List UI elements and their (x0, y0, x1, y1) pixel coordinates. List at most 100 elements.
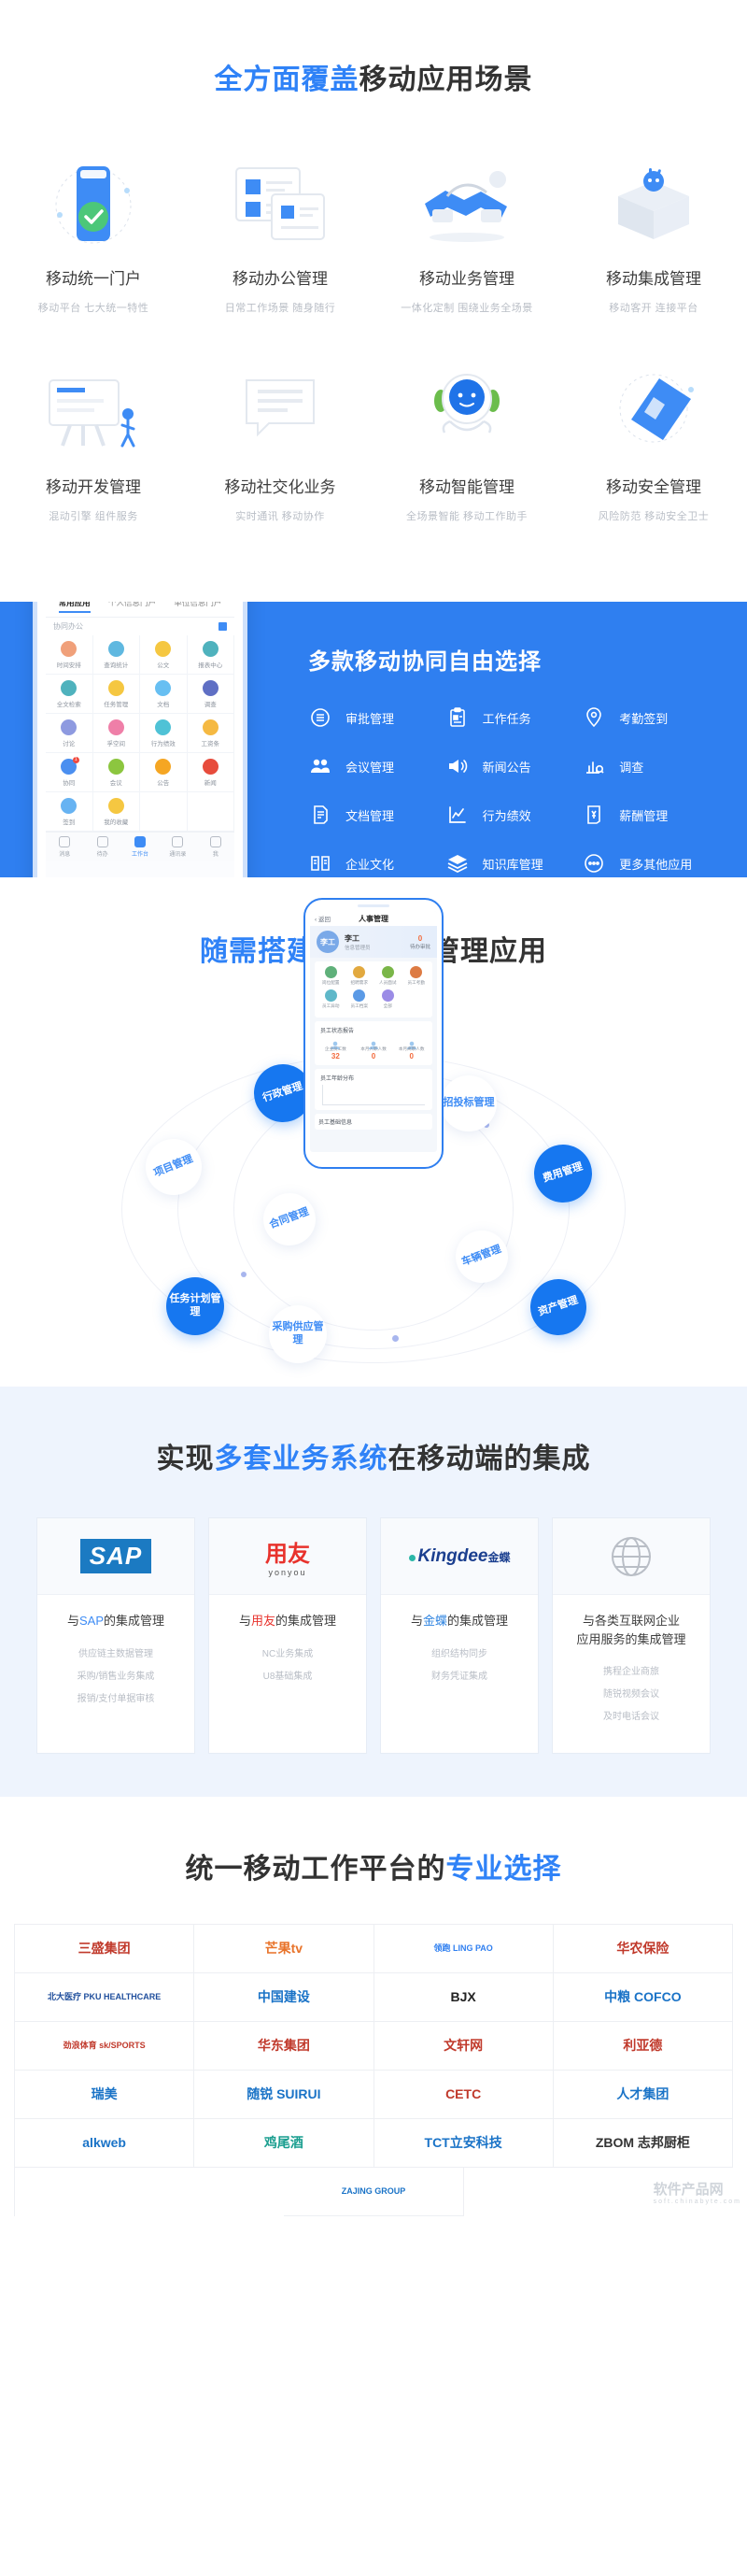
business-bubble[interactable]: 采购供应管理 (269, 1305, 327, 1363)
phone-tab[interactable]: 个人信息门户 (108, 602, 156, 613)
hr-app-item[interactable]: 全部 (374, 989, 402, 1009)
client-logo[interactable]: ZBOM 志邦厨柜 (553, 2119, 733, 2168)
collab-app-item[interactable]: 行为绩效 (445, 803, 583, 827)
hr-app-item[interactable]: 员工异动 (317, 989, 345, 1009)
phone-tab[interactable]: 常用应用 (58, 602, 91, 613)
client-logo[interactable]: 劲浪体育 sk/SPORTS (15, 2022, 195, 2071)
phone-app-item[interactable]: 全文检索 (46, 675, 93, 714)
message-icon[interactable]: 消息 (46, 836, 83, 858)
stat-value: 32 (331, 1052, 340, 1060)
client-logo[interactable]: 华东集团 (194, 2022, 374, 2071)
section1-title-rest: 移动应用场景 (359, 64, 533, 95)
phone-app-item[interactable]: 我的收藏 (92, 792, 140, 832)
feature-card[interactable]: 移动集成管理 移动客开 连接平台 (560, 148, 747, 356)
client-logo[interactable]: 华农保险 (553, 1925, 733, 1973)
integration-card[interactable]: 用友 yonyou 与用友的集成管理 NC业务集成 U8基础集成 (208, 1517, 367, 1754)
phone-app-grid[interactable]: 时间安排 查询统计 公文 报表中心 全文检索 任务管理 文档 调查 讨论 孚空间… (46, 635, 234, 832)
hr-app-item[interactable]: 招聘需求 (345, 966, 374, 986)
phone-app-item[interactable]: 调查 (187, 675, 234, 714)
client-logo[interactable]: 人才集团 (553, 2071, 733, 2119)
handshake-icon (379, 148, 555, 252)
phone-tabbar[interactable]: 消息 待办 工作台 通讯录 我 (46, 832, 234, 861)
collab-app-item[interactable]: 企业文化 (308, 851, 445, 875)
business-bubble[interactable]: 招投标管理 (441, 1075, 497, 1131)
layers-icon (445, 851, 470, 875)
client-logo[interactable]: 文轩网 (374, 2022, 554, 2071)
phone-app-item[interactable]: 新闻 (187, 753, 234, 792)
collab-app-item[interactable]: 工作任务 (445, 705, 583, 730)
collab-app-item[interactable]: 会议管理 (308, 754, 445, 778)
phone-app-item[interactable]: 公文 (140, 635, 188, 675)
integration-card[interactable]: 与各类互联网企业 应用服务的集成管理 携程企业商旅 随锐视频会议 及时电话会议 (552, 1517, 711, 1754)
bubble-label: 合同管理 (267, 1206, 311, 1231)
client-logo[interactable]: 中国建设 (194, 1973, 374, 2022)
phone-tabs[interactable]: 常用应用 个人信息门户 单位信息门户 (46, 602, 234, 618)
contacts-icon[interactable]: 通讯录 (159, 836, 196, 858)
book-icon (308, 851, 332, 875)
client-logo[interactable]: 芒果tv (194, 1925, 374, 1973)
integration-card[interactable]: Kingdee金蝶 与金蝶的集成管理 组织结构同步 财务凭证集成 (380, 1517, 539, 1754)
hr-app-item[interactable]: 人员面试 (374, 966, 402, 986)
phone-app-item[interactable]: 孚空间 (92, 714, 140, 753)
feature-card[interactable]: 移动办公管理 日常工作场景 随身随行 (187, 148, 374, 356)
collab-app-item[interactable]: 考勤签到 (582, 705, 719, 730)
app-label: 工资条 (201, 741, 220, 747)
client-logo[interactable]: BJX (374, 1973, 554, 2022)
business-bubble[interactable]: 任务计划管理 (166, 1277, 224, 1335)
client-logo-label: 北大医疗 PKU HEALTHCARE (47, 1992, 162, 2002)
collab-app-item[interactable]: 知识库管理 (445, 851, 583, 875)
phone-app-item[interactable]: 签到 (46, 792, 93, 832)
phone-app-item[interactable]: 查询统计 (92, 635, 140, 675)
client-logo[interactable]: 瑞美 (15, 2071, 195, 2119)
profile-icon[interactable]: 我 (197, 836, 234, 858)
client-logo[interactable]: 中粮 COFCO (553, 1973, 733, 2022)
workbench-icon[interactable]: 工作台 (121, 836, 159, 858)
client-logo[interactable]: 利亚德 (553, 2022, 733, 2071)
collab-app-item[interactable]: 调查 (582, 754, 719, 778)
collab-app-item[interactable]: 文档管理 (308, 803, 445, 827)
phone-app-item[interactable]: 行为绩效 (140, 714, 188, 753)
client-logo[interactable]: TCT立安科技 (374, 2119, 554, 2168)
phone-app-item[interactable]: 会议 (92, 753, 140, 792)
todo-icon[interactable]: 待办 (83, 836, 120, 858)
phone-app-item[interactable]: 文档 (140, 675, 188, 714)
back-button[interactable]: ‹ 返回 (315, 914, 331, 923)
client-logo[interactable]: 北大医疗 PKU HEALTHCARE (15, 1973, 195, 2022)
client-logo[interactable]: 领跑 LING PAO (374, 1925, 554, 1973)
phone-app-item[interactable]: 1 协同 (46, 753, 93, 792)
feature-card[interactable]: 移动业务管理 一体化定制 围绕业务全场景 (374, 148, 560, 356)
feature-card[interactable]: 移动开发管理 混动引擎 组件服务 (0, 356, 187, 564)
phone-app-item[interactable]: 报表中心 (187, 635, 234, 675)
feature-card[interactable]: 移动智能管理 全场景智能 移动工作助手 (374, 356, 560, 564)
phone-app-item[interactable]: 任务管理 (92, 675, 140, 714)
card-feature: 随锐视频会议 (603, 1689, 659, 1700)
collab-app-item[interactable]: 新闻公告 (445, 754, 583, 778)
client-logo[interactable]: 三盛集团 (15, 1925, 195, 1973)
client-logo[interactable]: 随锐 SUIRUI (194, 2071, 374, 2119)
phone-tab[interactable]: 单位信息门户 (174, 602, 221, 613)
collab-app-item[interactable]: 审批管理 (308, 705, 445, 730)
hr-app-item[interactable]: 岗位配置 (317, 966, 345, 986)
collab-app-item[interactable]: 更多其他应用 (582, 851, 719, 875)
client-logo[interactable]: alkweb (15, 2119, 195, 2168)
phone-app-item[interactable]: 工资条 (187, 714, 234, 753)
feature-card[interactable]: 移动统一门户 移动平台 七大统一特性 (0, 148, 187, 356)
phone-app-item[interactable]: 讨论 (46, 714, 93, 753)
feature-card[interactable]: 移动社交化业务 实时通讯 移动协作 (187, 356, 374, 564)
client-logo-label: alkweb (82, 2135, 126, 2151)
tabbar-label: 消息 (59, 852, 71, 858)
collab-app-item[interactable]: 薪酬管理 (582, 803, 719, 827)
client-logo[interactable]: CETC (374, 2071, 554, 2119)
integration-card[interactable]: SAP 与SAP的集成管理 供应链主数据管理 采购/销售业务集成 报销/支付单据审核 (36, 1517, 195, 1754)
grid-toggle-icon[interactable] (218, 622, 227, 631)
client-logo[interactable]: 鸡尾酒 (194, 2119, 374, 2168)
feature-card[interactable]: 移动安全管理 风险防范 移动安全卫士 (560, 356, 747, 564)
feature-title: 移动业务管理 (419, 270, 514, 288)
hr-app-item[interactable]: 员工档案 (345, 989, 374, 1009)
hr-app-grid[interactable]: 岗位配置 招聘需求 人员面试 员工考勤 员工异动 员工档案 全部 (317, 966, 430, 1013)
phone-app-item[interactable]: 公告 (140, 753, 188, 792)
phone-app-item[interactable]: 时间安排 (46, 635, 93, 675)
people-icon (308, 754, 332, 778)
client-logo[interactable]: ZAJING GROUP (284, 2168, 464, 2216)
hr-app-item[interactable]: 员工考勤 (402, 966, 431, 986)
